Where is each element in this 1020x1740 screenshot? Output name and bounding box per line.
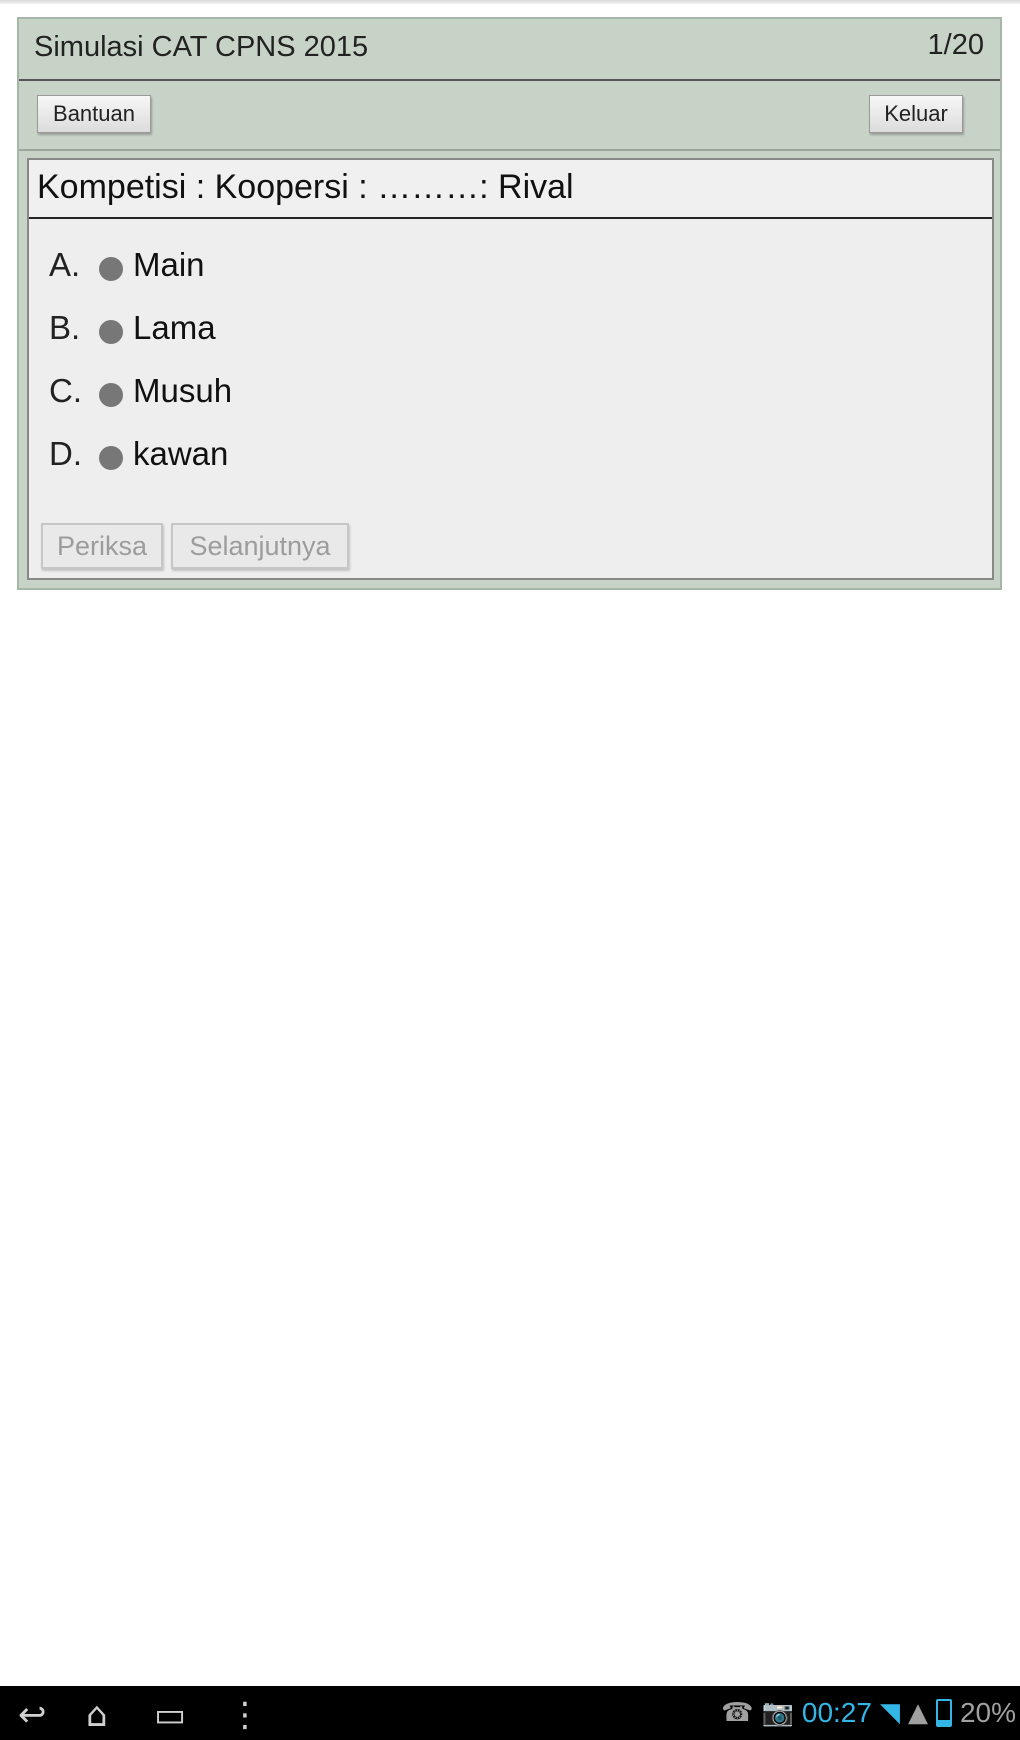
option-letter: D. xyxy=(49,435,82,472)
question-text: Kompetisi : Koopersi : ………: Rival xyxy=(37,168,574,206)
question-counter: 1/20 xyxy=(927,29,984,61)
status-area: ☎ 📷 00:27 ◥ ▲ 20% xyxy=(721,1686,1020,1740)
option-label: Musuh xyxy=(133,372,233,409)
exit-button[interactable]: Keluar xyxy=(869,95,963,133)
help-button[interactable]: Bantuan xyxy=(37,95,151,133)
option-c[interactable]: C. Musuh xyxy=(49,368,232,414)
option-letter: C. xyxy=(49,372,82,409)
radio-icon[interactable] xyxy=(99,446,123,470)
option-b[interactable]: B. Lama xyxy=(49,305,216,351)
radio-icon[interactable] xyxy=(99,383,123,407)
back-icon[interactable]: ↩ xyxy=(18,1695,47,1735)
option-d[interactable]: D. kawan xyxy=(49,431,228,477)
battery-level: 20% xyxy=(959,1697,1016,1728)
app-title: Simulasi CAT CPNS 2015 xyxy=(34,31,369,63)
option-label: Main xyxy=(133,246,205,283)
question-header: Kompetisi : Koopersi : ………: Rival xyxy=(29,160,992,219)
home-icon[interactable]: ⌂ xyxy=(86,1695,108,1735)
title-bar: Simulasi CAT CPNS 2015 1/20 xyxy=(19,19,1000,81)
missed-call-icon: ☎ xyxy=(721,1698,754,1728)
question-card: Kompetisi : Koopersi : ………: Rival A. Mai… xyxy=(27,158,994,580)
top-strip xyxy=(0,0,1020,4)
check-button[interactable]: Periksa xyxy=(41,523,163,569)
option-label: kawan xyxy=(133,435,229,472)
app-window: Simulasi CAT CPNS 2015 1/20 Bantuan Kelu… xyxy=(17,17,1002,590)
toolbar: Bantuan Keluar xyxy=(19,81,1000,151)
option-label: Lama xyxy=(133,309,216,346)
battery-icon xyxy=(935,1699,952,1727)
option-letter: A. xyxy=(49,246,81,283)
system-navigation-bar: ↩ ⌂ ▭ ⋮ ☎ 📷 00:27 ◥ ▲ 20% xyxy=(0,1686,1020,1740)
wifi-icon: ◥ xyxy=(879,1698,900,1728)
next-button[interactable]: Selanjutnya xyxy=(171,523,349,569)
overflow-menu-icon[interactable]: ⋮ xyxy=(228,1695,262,1735)
radio-icon[interactable] xyxy=(99,320,123,344)
camera-icon: 📷 xyxy=(761,1698,794,1728)
signal-icon: ▲ xyxy=(907,1698,928,1728)
radio-icon[interactable] xyxy=(99,257,123,281)
option-letter: B. xyxy=(49,309,81,346)
clock: 00:27 xyxy=(801,1697,872,1728)
option-a[interactable]: A. Main xyxy=(49,242,205,288)
recent-apps-icon[interactable]: ▭ xyxy=(154,1695,186,1735)
